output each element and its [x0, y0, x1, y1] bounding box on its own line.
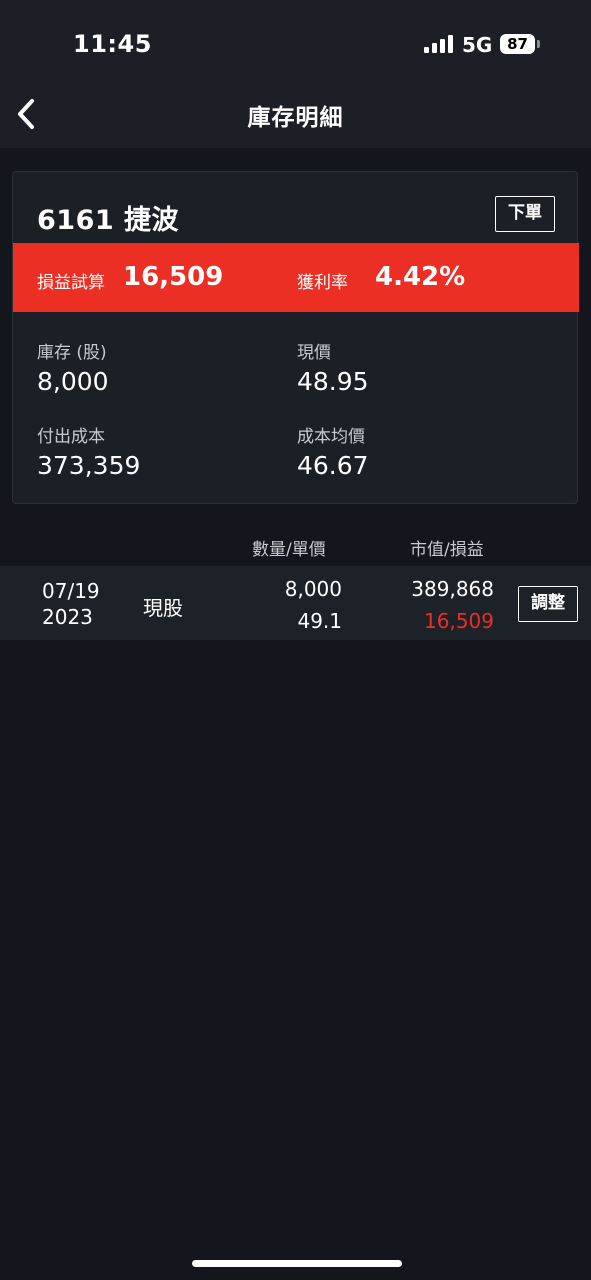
column-header-qty-price: 數量/單價: [252, 540, 326, 560]
avg-cost-value: 46.67: [297, 451, 369, 480]
profit-banner: 損益試算 16,509 獲利率 4.42%: [13, 243, 579, 312]
inventory-label: 庫存 (股): [37, 343, 107, 363]
status-time: 11:45: [73, 30, 152, 58]
column-header-value-pl: 市值/損益: [410, 540, 484, 560]
row-type: 現股: [143, 596, 183, 620]
nav-bar: 庫存明細: [0, 80, 591, 148]
table-row[interactable]: 07/19 2023 現股 8,000 49.1 389,868 16,509 …: [0, 566, 591, 640]
row-unit-price: 49.1: [297, 609, 342, 633]
cellular-signal-icon: [424, 35, 453, 53]
stock-title: 6161 捷波: [37, 205, 180, 236]
cost-value: 373,359: [37, 451, 141, 480]
inventory-value: 8,000: [37, 367, 109, 396]
row-quantity: 8,000: [284, 577, 342, 601]
row-date: 07/19: [42, 579, 100, 603]
current-price-value: 48.95: [297, 367, 369, 396]
profit-rate-value: 4.42%: [375, 262, 466, 292]
status-bar: 11:45 5G 87: [0, 0, 591, 80]
row-profit: 16,509: [424, 609, 494, 633]
battery-cap: [537, 40, 540, 48]
profit-rate-label: 獲利率: [297, 273, 348, 293]
page-title: 庫存明細: [247, 105, 344, 131]
adjust-button[interactable]: 調整: [518, 586, 578, 622]
order-button[interactable]: 下單: [495, 196, 555, 232]
home-indicator[interactable]: [192, 1260, 402, 1267]
cost-label: 付出成本: [37, 427, 105, 447]
battery-icon: 87: [500, 34, 540, 54]
stock-summary-card: 6161 捷波 下單 損益試算 16,509 獲利率 4.42% 庫存 (股) …: [12, 171, 579, 504]
row-year: 2023: [42, 605, 93, 629]
avg-cost-label: 成本均價: [297, 427, 365, 447]
battery-level: 87: [500, 34, 535, 54]
row-market-value: 389,868: [411, 577, 494, 601]
profit-label: 損益試算: [37, 273, 105, 293]
profit-value: 16,509: [123, 262, 224, 292]
network-type: 5G: [462, 33, 493, 57]
current-price-label: 現價: [297, 343, 331, 363]
